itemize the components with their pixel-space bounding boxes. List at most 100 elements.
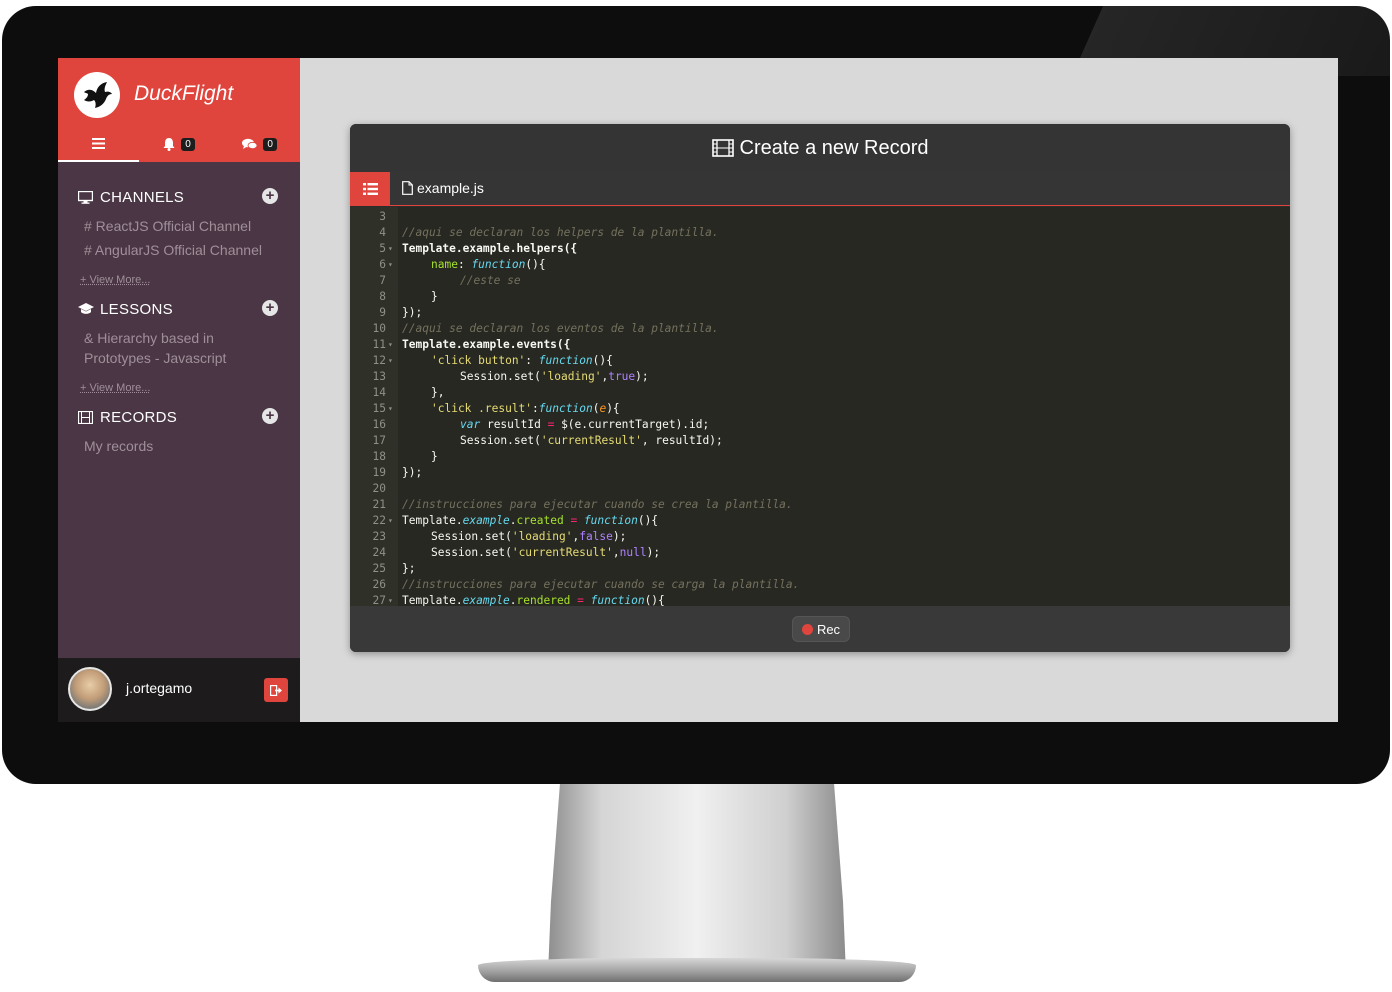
comments-icon (242, 138, 258, 150)
code-text: //aqui se declaran los helpers de la pla… (402, 225, 719, 241)
code-line: 13 Session.set('loading',true); (350, 369, 1290, 385)
records-item[interactable]: My records (78, 436, 300, 456)
code-line: 9}); (350, 305, 1290, 321)
sidebar: DuckFlight 0 0 CHANNELS + # ReactJS Offi… (58, 58, 300, 722)
avatar[interactable] (68, 667, 112, 711)
line-number: 10 (372, 322, 386, 335)
monitor-bezel: DuckFlight 0 0 CHANNELS + # ReactJS Offi… (2, 6, 1390, 784)
line-number: 12 (372, 354, 386, 367)
code-token: . (509, 514, 517, 527)
code-token: rendered (516, 594, 571, 606)
code-token: }); (402, 306, 423, 319)
channels-view-more-link[interactable]: + View More... (78, 274, 300, 286)
code-line: 6 ▾ name: function(){ (350, 257, 1290, 273)
line-number: 6 (379, 258, 386, 271)
code-text: }); (402, 305, 422, 321)
code-token: resultId (480, 418, 548, 431)
code-token: . (509, 242, 517, 255)
code-line: 11 ▾ Template.example.events({ (350, 337, 1290, 353)
code-line: 26 //instrucciones para ejecutar cuando s… (350, 577, 1290, 593)
line-number: 3 (379, 210, 386, 223)
code-line: 7 //este se (350, 273, 1290, 289)
code-token: ){ (606, 402, 620, 415)
line-number: 19 (372, 466, 386, 479)
code-token: ); (646, 546, 661, 559)
code-editor[interactable]: 3 4 //aqui se declaran los helpers de la p… (350, 207, 1290, 606)
code-token: Session.set( (431, 546, 512, 559)
code-token: , resultId); (641, 434, 723, 447)
file-list-button[interactable] (350, 172, 390, 205)
tab-menu[interactable] (58, 126, 139, 162)
username[interactable]: j.ortegamo (126, 680, 192, 696)
channels-title: CHANNELS (100, 188, 185, 206)
lesson-item-line2[interactable]: Prototypes - Javascript (78, 348, 300, 368)
code-token: true (608, 370, 636, 383)
code-token: Session.set( (460, 434, 541, 447)
rec-label: Rec (816, 621, 841, 637)
code-text: 'click button': function(){ (431, 353, 613, 369)
film-icon (711, 139, 734, 157)
fold-arrow-icon[interactable]: ▾ (388, 593, 393, 606)
brand-tabs: 0 0 (58, 126, 300, 162)
line-number: 18 (372, 450, 386, 463)
duck-logo-icon[interactable] (74, 72, 120, 118)
brand-name[interactable]: DuckFlight (134, 82, 233, 106)
channel-item[interactable]: # AngularJS Official Channel (78, 240, 300, 260)
user-bar: j.ortegamo (58, 658, 300, 722)
line-number: 5 (379, 242, 386, 255)
fold-arrow-icon[interactable]: ▾ (388, 353, 393, 369)
code-token: (){ (592, 354, 613, 367)
logout-button[interactable] (264, 678, 288, 702)
line-number: 15 (372, 402, 386, 415)
code-token: example (462, 514, 510, 527)
code-text: } (431, 449, 438, 465)
code-token: . (455, 242, 463, 255)
code-token: } (431, 450, 438, 463)
fold-arrow-icon[interactable]: ▾ (388, 513, 393, 529)
code-token: }; (402, 562, 416, 575)
code-token: function (583, 514, 638, 527)
code-text: Session.set('currentResult', resultId); (460, 433, 723, 449)
rec-button[interactable]: Rec (792, 616, 850, 642)
records-title: RECORDS (100, 408, 178, 426)
line-number: 8 (379, 290, 386, 303)
line-number: 25 (372, 562, 386, 575)
fold-arrow-icon[interactable]: ▾ (388, 337, 393, 353)
lessons-view-more-link[interactable]: + View More... (78, 382, 300, 394)
code-line: 15 ▾ 'click .result':function(e){ (350, 401, 1290, 417)
code-token: Template. (402, 594, 463, 606)
fold-arrow-icon[interactable]: ▾ (388, 257, 393, 273)
code-text: //aqui se declaran los eventos de la pla… (402, 321, 719, 337)
add-record-button[interactable]: + (262, 408, 278, 424)
records-section: RECORDS + My records (58, 402, 300, 456)
code-line: 24 Session.set('currentResult',null); (350, 545, 1290, 561)
fold-arrow-icon[interactable]: ▾ (388, 241, 393, 257)
code-token: : (457, 258, 472, 271)
channels-section: CHANNELS + # ReactJS Official Channel # … (58, 182, 300, 286)
lesson-item-line1[interactable]: & Hierarchy based in (78, 328, 300, 348)
code-text: Template.example.rendered = function(){ (402, 593, 665, 606)
tab-notifications[interactable]: 0 (139, 126, 220, 162)
list-icon (362, 182, 378, 195)
channel-item[interactable]: # ReactJS Official Channel (78, 216, 300, 236)
fold-arrow-icon[interactable]: ▾ (388, 401, 393, 417)
line-number: 4 (379, 226, 386, 239)
code-text: Template.example.helpers({ (402, 241, 577, 257)
code-token: //instrucciones para ejecutar cuando se … (402, 498, 793, 511)
code-token: Session.set( (460, 370, 541, 383)
line-number: 14 (372, 386, 386, 399)
menu-icon (91, 137, 105, 149)
code-line: 18} (350, 449, 1290, 465)
line-number: 26 (372, 578, 386, 591)
panel-title: Create a new Record (739, 136, 929, 159)
add-channel-button[interactable]: + (262, 188, 278, 204)
code-text: Session.set('currentResult',null); (431, 545, 660, 561)
file-tab[interactable]: example.js (402, 180, 484, 196)
tab-messages[interactable]: 0 (219, 126, 300, 162)
brand-header: DuckFlight 0 0 (58, 58, 300, 162)
code-token: 'loading' (540, 370, 602, 383)
monitor-stand-neck (548, 784, 846, 974)
line-number: 23 (372, 530, 386, 543)
add-lesson-button[interactable]: + (262, 300, 278, 316)
